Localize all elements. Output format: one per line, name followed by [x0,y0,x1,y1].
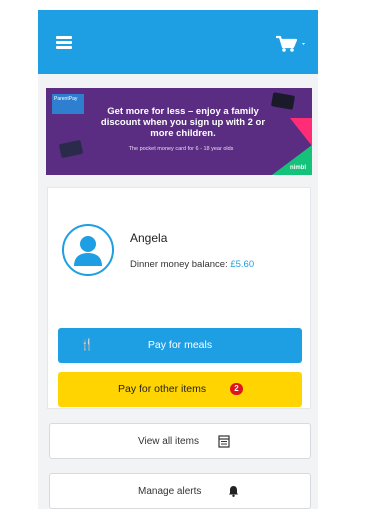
view-all-items-label: View all items [138,436,199,447]
hamburger-menu-icon[interactable] [56,36,72,49]
pay-for-other-items-label: Pay for other items [118,383,207,395]
banner-headline: Get more for less – enjoy a family disco… [100,106,266,139]
cart-icon [276,35,305,52]
view-all-items-button[interactable]: View all items [49,423,311,459]
banner-brand-tag: nimbl [290,165,306,171]
banner-logo: ParentPay [52,94,84,114]
pay-for-other-items-button[interactable]: Pay for other items 2 [58,372,302,407]
top-bar [38,10,318,74]
card-image-left [58,139,84,159]
banner-subline: The pocket money card for 6 - 18 year ol… [128,146,234,152]
promo-banner[interactable]: ParentPay Get more for less – enjoy a fa… [46,88,312,175]
list-icon [218,435,230,448]
cart-button[interactable] [274,34,310,54]
user-icon [74,236,102,266]
manage-alerts-button[interactable]: Manage alerts [49,473,311,509]
manage-alerts-label: Manage alerts [138,486,202,497]
avatar [62,224,114,276]
child-profile-card: Angela Dinner money balance: £5.60 🍴 Pay… [47,187,311,409]
bell-icon [229,486,238,497]
items-count-badge: 2 [230,383,243,395]
app-screen: ParentPay Get more for less – enjoy a fa… [38,10,318,509]
banner-pink-shape [290,118,312,146]
balance-amount: £5.60 [230,259,255,270]
balance-label: Dinner money balance: [130,259,228,270]
child-name: Angela [130,231,168,245]
pay-for-meals-label: Pay for meals [147,339,213,351]
dinner-balance: Dinner money balance: £5.60 [130,259,254,270]
pay-for-meals-button[interactable]: 🍴 Pay for meals [58,328,302,363]
